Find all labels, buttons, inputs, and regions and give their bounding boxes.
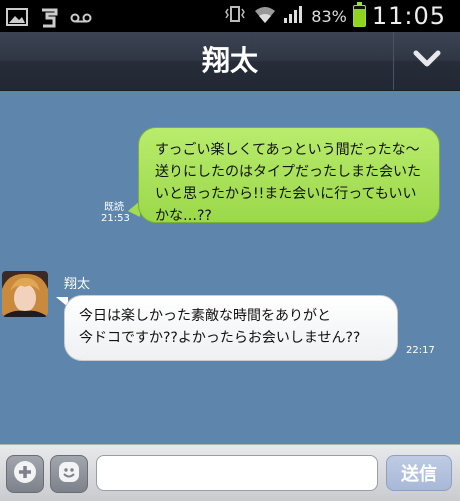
outgoing-message-bubble[interactable]: すっごい楽しくてあっという間だったな〜 送りにしたのはタイプだったしまた会いた … xyxy=(138,127,440,224)
message-line: 今ドコですか??よかったらお会いしません?? xyxy=(79,330,361,346)
battery-percent: 83% xyxy=(311,6,347,26)
vibrate-icon xyxy=(223,4,247,28)
read-receipt: 既読 xyxy=(104,202,124,213)
input-bar: 送信 xyxy=(0,444,460,501)
message-line: 送りにしたのはタイプだったしまた会いた xyxy=(155,164,421,180)
menu-toggle-button[interactable] xyxy=(393,32,460,90)
battery-level-fill xyxy=(353,9,365,26)
incoming-message-bubble[interactable]: 今日は楽しかった素敵な時間をありがと 今ドコですか??よかったらお会いしません?… xyxy=(64,295,398,361)
sticker-button[interactable] xyxy=(50,455,88,493)
status-bar: 83% 11:05 xyxy=(0,0,460,32)
voicemail-icon xyxy=(70,10,92,29)
plus-icon xyxy=(13,460,37,488)
status-bar-right: 83% 11:05 xyxy=(223,0,446,32)
message-line: いと思ったから!!また会いに行ってもいい xyxy=(155,186,417,202)
sender-name: 翔太 xyxy=(64,277,91,292)
attach-button[interactable] xyxy=(6,455,44,493)
battery-icon xyxy=(352,2,366,27)
emoticon-icon xyxy=(57,460,81,488)
chat-title: 翔太 xyxy=(201,44,258,77)
chevron-down-icon xyxy=(413,50,441,72)
usb-icon xyxy=(38,6,60,32)
chat-area[interactable]: 既読 21:53 すっごい楽しくてあっという間だったな〜 送りにしたのはタイプだ… xyxy=(0,91,460,444)
incoming-timestamp: 22:17 xyxy=(406,345,435,356)
message-line: かな…?? xyxy=(155,208,212,224)
chat-header: 翔太 xyxy=(0,32,460,91)
send-button[interactable]: 送信 xyxy=(386,455,452,491)
avatar[interactable] xyxy=(2,271,48,317)
status-bar-left xyxy=(6,6,92,32)
wifi-icon xyxy=(253,4,277,28)
gallery-icon xyxy=(6,7,28,31)
message-line: 今日は楽しかった素敵な時間をありがと xyxy=(79,308,331,324)
status-time: 11:05 xyxy=(371,2,446,30)
message-input[interactable] xyxy=(96,455,378,491)
outgoing-timestamp: 21:53 xyxy=(101,213,130,224)
signal-icon xyxy=(283,4,305,28)
message-line: すっごい楽しくてあっという間だったな〜 xyxy=(155,142,420,158)
